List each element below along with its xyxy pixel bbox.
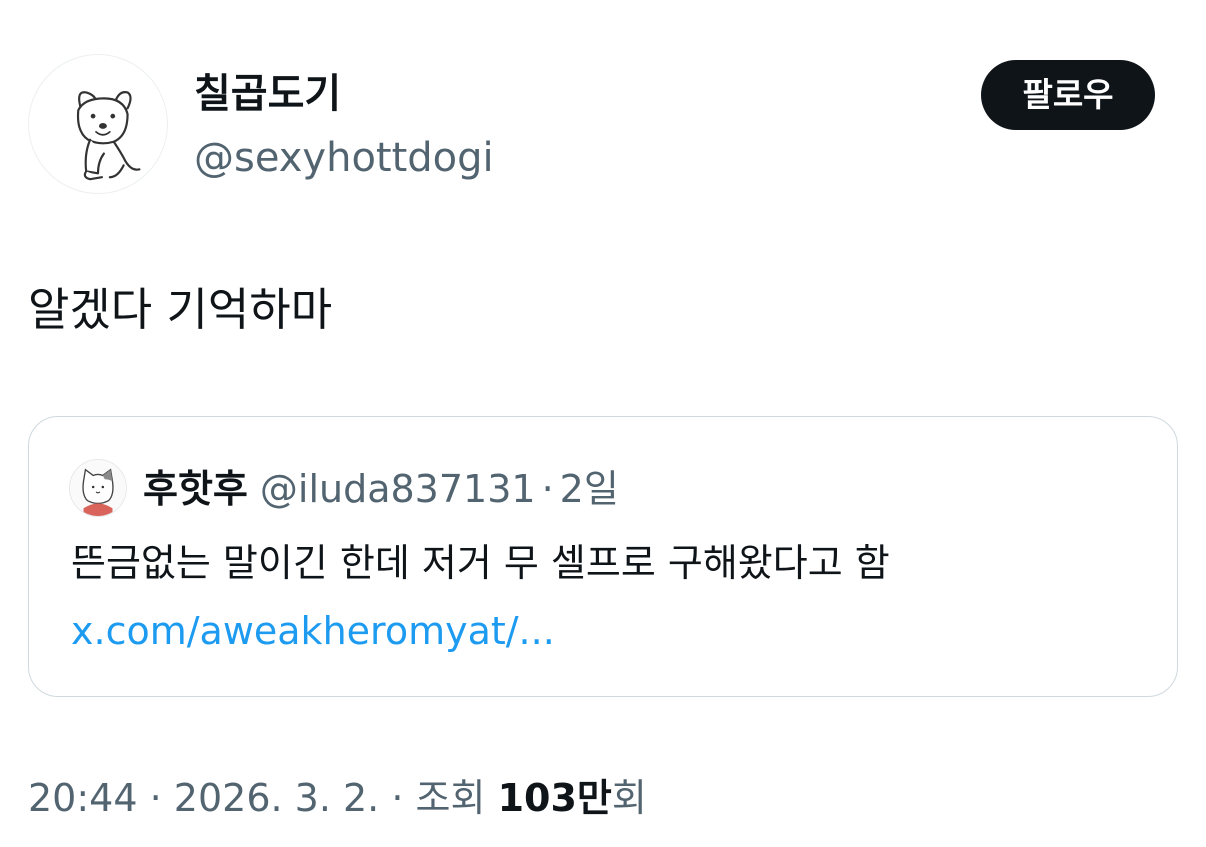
dog-avatar-icon xyxy=(76,91,141,181)
quote-separator: · xyxy=(541,467,554,511)
quote-author-avatar[interactable] xyxy=(69,459,127,517)
views-count[interactable]: 103만 xyxy=(498,776,612,820)
author-display-name[interactable]: 칠곱도기 xyxy=(194,64,341,124)
follow-button[interactable]: 팔로우 xyxy=(981,60,1155,130)
quoted-tweet-card[interactable]: 후핫후 @iluda837131 · 2일 뜬금없는 말이긴 한데 저거 무 셀프로 … xyxy=(28,416,1178,697)
views-prefix: 조회 xyxy=(415,776,486,820)
tweet-date[interactable]: 2026. 3. 2. xyxy=(174,776,379,820)
cat-avatar-icon xyxy=(70,460,126,516)
views-suffix: 회 xyxy=(611,776,647,820)
quote-header: 후핫후 @iluda837131 · 2일 xyxy=(143,459,619,519)
quote-author-name[interactable]: 후핫후 xyxy=(143,467,248,511)
quote-time[interactable]: 2일 xyxy=(560,467,619,511)
quote-link[interactable]: x.com/aweakheromyat/... xyxy=(71,603,555,659)
tweet-meta: 20:44 · 2026. 3. 2. · 조회 103만회 xyxy=(28,768,647,828)
quote-text: 뜬금없는 말이긴 한데 저거 무 셀프로 구해왔다고 함 xyxy=(71,541,890,585)
author-handle[interactable]: @sexyhottdogi xyxy=(194,128,494,188)
tweet-time[interactable]: 20:44 xyxy=(28,776,138,820)
tweet-text: 알겠다 기억하마 xyxy=(28,283,333,336)
author-avatar[interactable] xyxy=(28,54,168,194)
meta-separator: · xyxy=(149,776,162,820)
meta-separator: · xyxy=(391,776,404,820)
quote-author-handle[interactable]: @iluda837131 xyxy=(260,467,536,511)
